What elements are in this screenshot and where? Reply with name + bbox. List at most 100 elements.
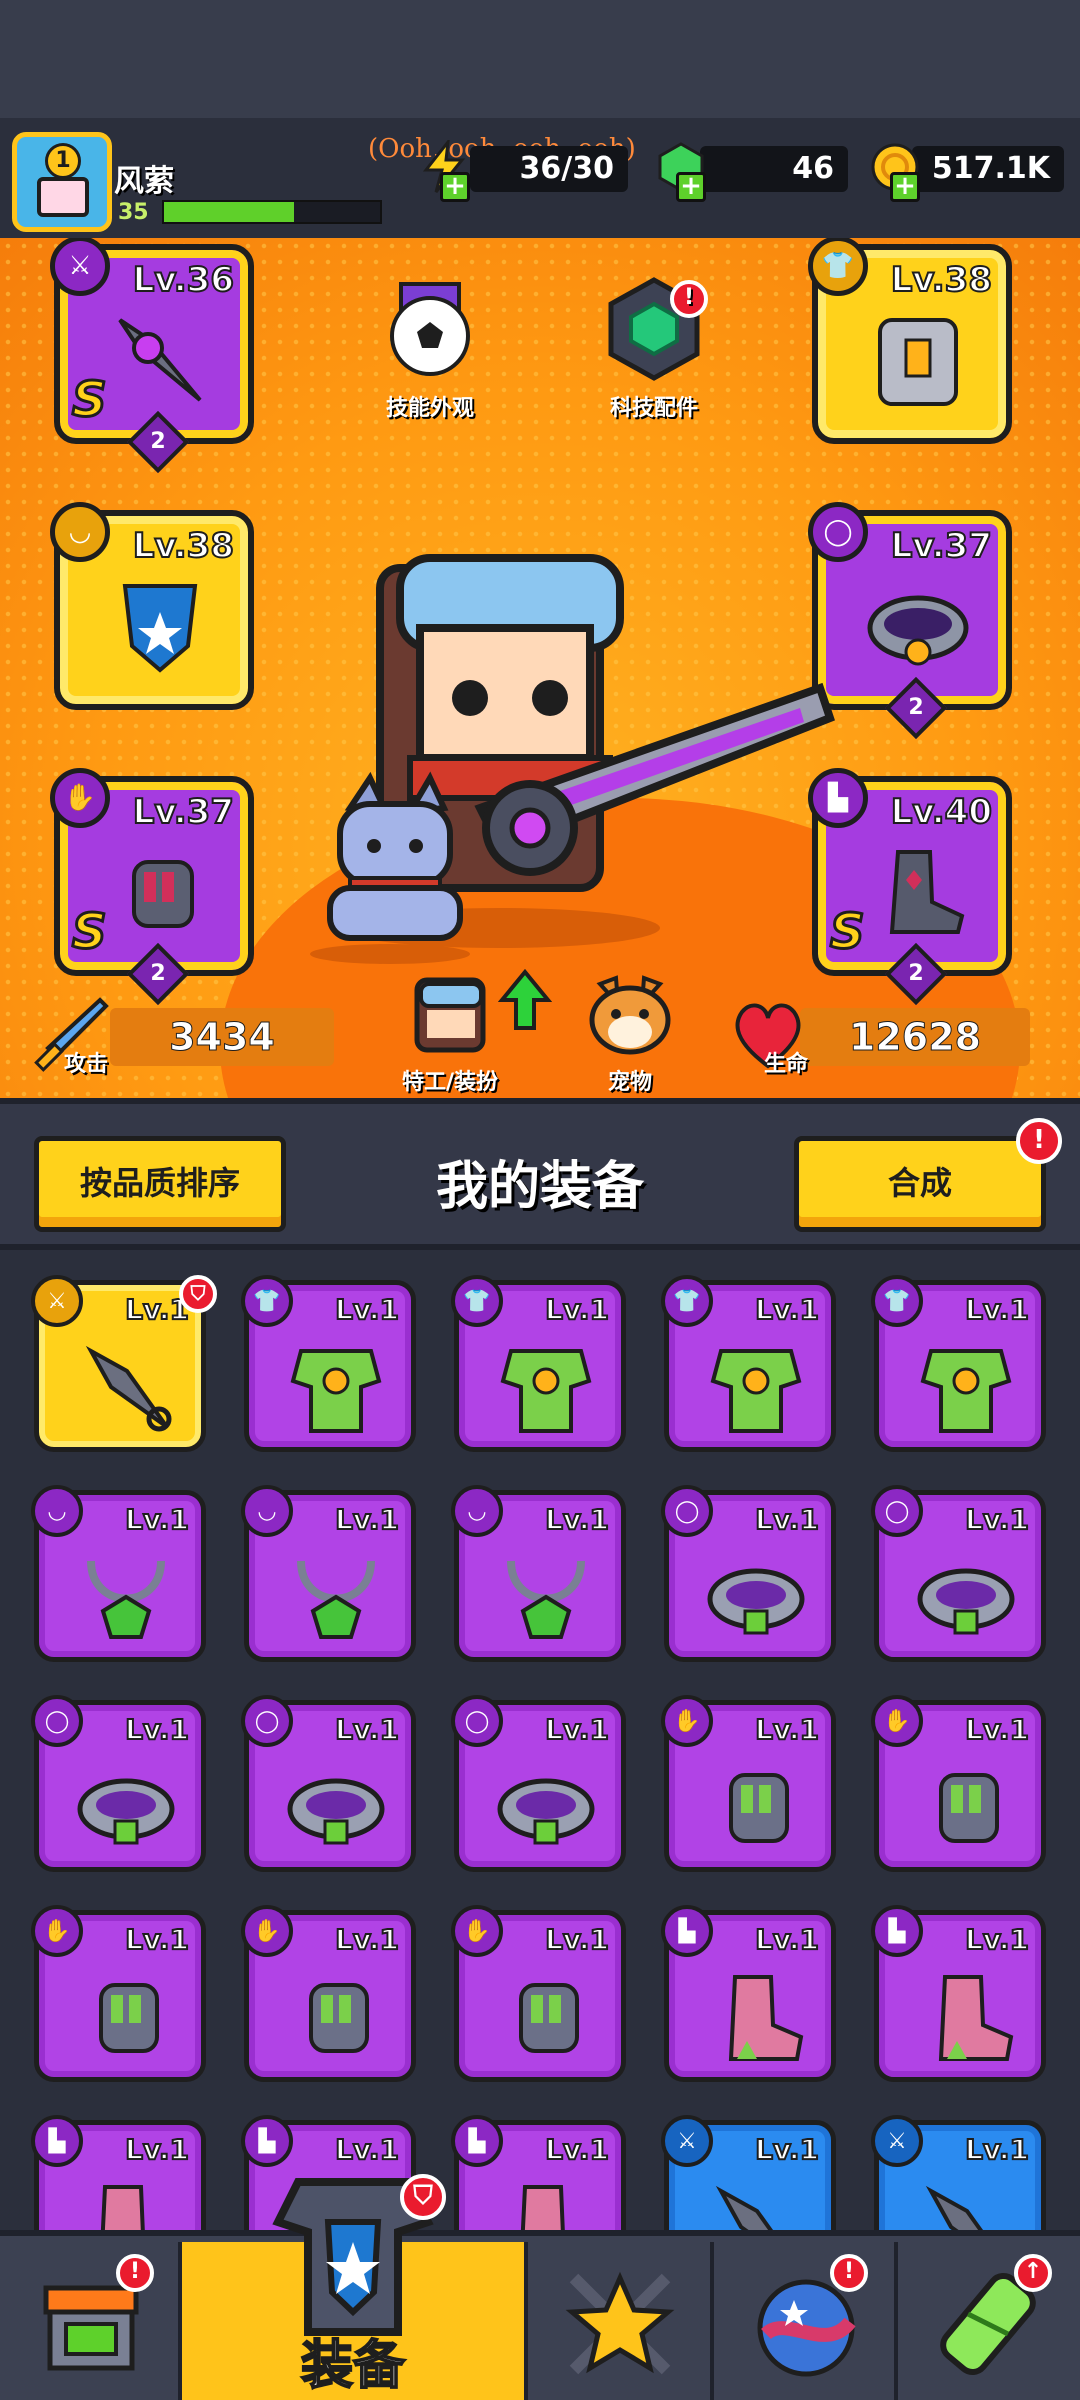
weapon-item-icon <box>85 1345 172 1432</box>
inventory-item-armor[interactable]: 👕 Lv.1 <box>451 1275 626 1452</box>
xp-bar <box>162 200 382 224</box>
gloves-type-icon: ✋ <box>661 1695 713 1747</box>
boots-type-icon: ▙ <box>241 2115 293 2167</box>
skill-skin-button[interactable]: 技能外观 <box>360 274 500 422</box>
equip-slot-weapon[interactable]: ⚔ Lv.36 S 2 <box>50 238 254 474</box>
character-stage: ⚔ Lv.36 S 2 👕 Lv.38 ◡ Lv.38 ◯ Lv.37 2 ✋ … <box>0 238 1080 1098</box>
nav-shop[interactable]: ! <box>0 2242 182 2400</box>
item-level: Lv.1 <box>334 1502 400 1537</box>
inventory-item-necklace[interactable]: ◡ Lv.1 <box>451 1485 626 1662</box>
item-level: Lv.1 <box>754 1502 820 1537</box>
notification-badge: ! <box>670 280 708 318</box>
inventory-item-necklace[interactable]: ◡ Lv.1 <box>241 1485 416 1662</box>
boots-item-icon <box>938 1975 1014 2061</box>
item-level: Lv.1 <box>964 1292 1030 1327</box>
equip-slot-armor[interactable]: 👕 Lv.38 <box>808 238 1012 444</box>
inventory-grid: ⚔ Lv.1 ⛉ 👕 Lv.1 👕 Lv.1 👕 Lv.1 👕 Lv.1 ◡ Lv.1 ◡ Lv.1 ◡ Lv.… <box>0 1250 1080 2230</box>
armor-item-icon <box>290 1349 382 1433</box>
inventory-item-gloves[interactable]: ✋ Lv.1 <box>871 1695 1046 1872</box>
weapon-item-icon <box>715 2185 774 2230</box>
player-name: 风萦 <box>114 164 174 199</box>
tech-parts-label: 科技配件 <box>609 396 698 421</box>
inventory-item-weapon[interactable]: ⚔ Lv.1 ⛉ <box>31 1275 217 1452</box>
xp-bar-fill <box>164 202 294 222</box>
merge-button[interactable]: 合成 <box>794 1136 1046 1232</box>
item-level: Lv.1 <box>544 1292 610 1327</box>
nav-planet[interactable]: ! <box>714 2242 898 2400</box>
agent-head-icon <box>414 977 486 1053</box>
bottom-nav: ! ⛉ 装备 ! ↑ <box>0 2174 1080 2400</box>
inventory-item-armor[interactable]: 👕 Lv.1 <box>241 1275 416 1452</box>
boots-type-icon: ▙ <box>451 2115 503 2167</box>
inventory-item-armor[interactable]: 👕 Lv.1 <box>661 1275 836 1452</box>
inventory-item-armor[interactable]: 👕 Lv.1 <box>871 1275 1046 1452</box>
inventory-item-gloves[interactable]: ✋ Lv.1 <box>661 1695 836 1872</box>
nav-battle[interactable] <box>528 2242 714 2400</box>
equip-slot-boots[interactable]: ▙ Lv.40 S 2 <box>808 768 1012 1006</box>
belt-type-icon: ◯ <box>241 1695 293 1747</box>
item-level: Lv.1 <box>964 2132 1030 2167</box>
player-avatar[interactable]: 1 <box>12 132 112 232</box>
notification-badge: ! <box>830 2254 868 2292</box>
inventory-item-boots[interactable]: ▙ Lv.1 <box>871 1905 1046 2082</box>
item-level: Lv.1 <box>964 1922 1030 1957</box>
inventory-item-gloves[interactable]: ✋ Lv.1 <box>241 1905 416 2082</box>
inventory-item-weapon[interactable]: ⚔ Lv.1 <box>661 2115 836 2230</box>
inventory-item-boots[interactable]: ▙ Lv.1 <box>31 2115 206 2230</box>
inventory-item-belt[interactable]: ◯ Lv.1 <box>241 1695 416 1872</box>
armor-type-icon: 👕 <box>661 1275 713 1327</box>
armor-type-icon: 👕 <box>451 1275 503 1327</box>
boots-type-icon: ▙ <box>661 1905 713 1957</box>
slot-level: Lv.38 <box>890 259 993 301</box>
item-level: Lv.1 <box>754 1712 820 1747</box>
star-count-value: 2 <box>908 695 924 720</box>
dog-icon <box>589 975 671 1055</box>
belt-item-icon <box>77 1778 175 1845</box>
inventory-item-boots[interactable]: ▙ Lv.1 <box>661 1905 836 2082</box>
item-level: Lv.1 <box>124 2132 190 2167</box>
add-energy-button[interactable]: + <box>440 172 470 202</box>
belt-type-icon: ◯ <box>871 1485 923 1537</box>
gloves-type-icon: ✋ <box>31 1905 83 1957</box>
inventory-item-gloves[interactable]: ✋ Lv.1 <box>451 1905 626 2082</box>
inventory-item-belt[interactable]: ◯ Lv.1 <box>451 1695 626 1872</box>
item-level: Lv.1 <box>544 1712 610 1747</box>
equip-slot-gloves[interactable]: ✋ Lv.37 S 2 <box>50 768 254 1006</box>
weapon-type-icon: ⚔ <box>661 2115 713 2167</box>
inventory-item-weapon[interactable]: ⚔ Lv.1 <box>871 2115 1046 2230</box>
inventory-item-gloves[interactable]: ✋ Lv.1 <box>31 1905 206 2082</box>
item-level: Lv.1 <box>544 1922 610 1957</box>
slot-level: Lv.38 <box>132 525 235 567</box>
inventory-item-necklace[interactable]: ◡ Lv.1 <box>31 1485 206 1662</box>
inventory-item-boots[interactable]: ▙ Lv.1 <box>451 2115 626 2230</box>
attack-label: 攻击 <box>64 1052 109 1077</box>
weapon-type-icon: ⚔ <box>871 2115 923 2167</box>
boots-type-icon: ▙ <box>871 1905 923 1957</box>
soccer-ball-icon <box>390 282 470 376</box>
armor-type-icon: 👕 <box>871 1275 923 1327</box>
add-gems-button[interactable]: + <box>676 172 706 202</box>
gloves-item-icon <box>99 1983 159 2053</box>
status-area <box>0 0 1080 125</box>
item-level: Lv.1 <box>754 1292 820 1327</box>
item-level: Lv.1 <box>964 1502 1030 1537</box>
equip-slot-necklace[interactable]: ◡ Lv.38 <box>50 502 254 710</box>
boot-item-icon <box>889 850 965 934</box>
tech-parts-button[interactable]: 科技配件 ! <box>584 274 724 422</box>
gloves-item-icon <box>939 1773 999 1843</box>
add-coins-button[interactable]: + <box>890 172 920 202</box>
notification-badge: ! <box>116 2254 154 2292</box>
belt-item-icon <box>287 1778 385 1845</box>
ring-belt-item-icon <box>867 595 969 666</box>
inventory-item-belt[interactable]: ◯ Lv.1 <box>31 1695 206 1872</box>
avatar-badge: 1 <box>45 143 81 179</box>
pet-button[interactable]: 宠物 <box>560 974 700 1096</box>
inventory-item-belt[interactable]: ◯ Lv.1 <box>871 1485 1046 1662</box>
nav-equipment[interactable]: ⛉ 装备 <box>182 2174 528 2400</box>
game-screen: { "player": {"name": "风萦", "level": "35"… <box>0 0 1080 2400</box>
nav-gene[interactable]: ↑ <box>898 2242 1080 2400</box>
inventory-item-belt[interactable]: ◯ Lv.1 <box>661 1485 836 1662</box>
equip-slot-belt[interactable]: ◯ Lv.37 2 <box>808 502 1012 740</box>
item-level: Lv.1 <box>334 1922 400 1957</box>
item-level: Lv.1 <box>964 1712 1030 1747</box>
